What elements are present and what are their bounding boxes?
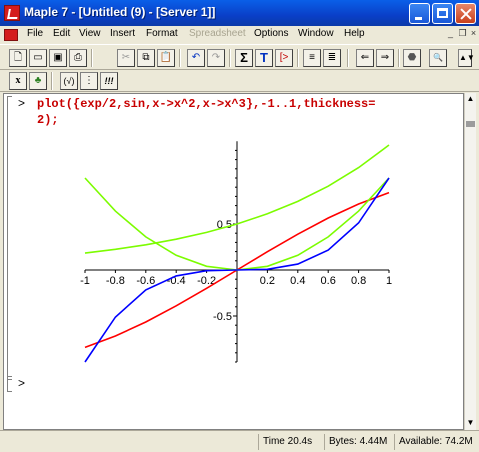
save-icon[interactable]: ▣: [49, 49, 67, 67]
outdent-icon[interactable]: ≣: [323, 49, 341, 67]
print-icon[interactable]: ⎙: [69, 49, 87, 67]
minimize-icon: [415, 17, 422, 20]
toolbar-separator: [179, 49, 181, 67]
menu-format[interactable]: Format: [146, 28, 178, 39]
available-value: 74.2M: [444, 436, 473, 447]
x-tick-label: -0.6: [136, 275, 155, 287]
mdi-restore-icon[interactable]: ❐: [457, 28, 468, 38]
vertical-scrollbar[interactable]: ▲ ▼: [464, 93, 476, 430]
toolbar-separator: [347, 49, 349, 67]
close-button[interactable]: [455, 3, 476, 24]
stop-icon[interactable]: ⬣: [403, 49, 421, 67]
redo-icon: ↷: [207, 49, 225, 67]
status-time: Time 20.4s: [258, 434, 324, 450]
document-icon[interactable]: [4, 29, 18, 41]
minimize-button[interactable]: [409, 3, 430, 24]
x-tick-label: 0.4: [290, 275, 305, 287]
mdi-minimize-icon[interactable]: _: [445, 28, 456, 38]
forward-icon[interactable]: ⇒: [376, 49, 394, 67]
execute-button[interactable]: !!!: [100, 72, 118, 90]
x-tick-label: 1: [386, 275, 392, 287]
status-available: Available: 74.2M: [394, 434, 479, 450]
menu-help[interactable]: Help: [344, 28, 365, 39]
new-icon[interactable]: 🗋: [9, 49, 27, 67]
plot-output[interactable]: -1 -0.8 -0.6 -0.4 -0.2 0.2 0.4 0.6 0.8 10.5-0.5: [4, 94, 463, 374]
bytes-label: Bytes:: [329, 436, 357, 447]
menu-spreadsheet: Spreadsheet: [189, 28, 246, 39]
bytes-value: 4.44M: [359, 436, 388, 447]
menu-window[interactable]: Window: [298, 28, 334, 39]
cut-icon: ✂: [117, 49, 135, 67]
maple-logo-icon[interactable]: [4, 5, 20, 21]
scroll-thumb[interactable]: [466, 121, 475, 127]
execution-group-bracket[interactable]: [7, 376, 12, 392]
text-T-icon[interactable]: T: [255, 49, 273, 67]
status-bytes: Bytes: 4.44M: [324, 434, 394, 450]
menu-insert[interactable]: Insert: [110, 28, 135, 39]
prompt-icon[interactable]: [>: [275, 49, 293, 67]
maple-leaf-icon[interactable]: ♣: [29, 72, 47, 90]
y-tick-label: -0.5: [213, 311, 232, 323]
math-mode-button[interactable]: x: [9, 72, 27, 90]
toolbar-separator: [297, 49, 299, 67]
toolbar-separator: [398, 49, 400, 67]
scroll-up-icon[interactable]: ▲: [465, 93, 476, 105]
zoom-icon[interactable]: 🔍: [429, 49, 447, 67]
sqrt-button[interactable]: (√): [60, 72, 78, 90]
status-bar: Time 20.4s Bytes: 4.44M Available: 74.2M: [0, 430, 479, 452]
copy-icon[interactable]: ⧉: [137, 49, 155, 67]
empty-prompt[interactable]: >: [18, 376, 25, 390]
paste-icon[interactable]: 📋: [157, 49, 175, 67]
available-label: Available:: [399, 436, 443, 447]
back-icon[interactable]: ⇐: [356, 49, 374, 67]
time-value: 20.4s: [287, 436, 313, 447]
x-tick-label: 0.2: [260, 275, 275, 287]
scroll-down-icon[interactable]: ▼: [465, 417, 476, 429]
menu-options[interactable]: Options: [254, 28, 288, 39]
x-tick-label: -1: [80, 275, 90, 287]
indent-icon[interactable]: ≡: [303, 49, 321, 67]
x-tick-label: 0.6: [321, 275, 336, 287]
toolbar-separator: [91, 49, 93, 67]
toolbar-separator: [229, 49, 231, 67]
x-tick-label: 0.8: [351, 275, 366, 287]
menu-edit[interactable]: Edit: [53, 28, 70, 39]
menu-view[interactable]: View: [79, 28, 101, 39]
toolbar-separator: [51, 72, 53, 90]
sigma-icon[interactable]: Σ: [235, 49, 253, 67]
window-title: Maple 7 - [Untitled (9) - [Server 1]]: [24, 5, 216, 19]
toolbar-dropdown-icon[interactable]: ▲▼: [458, 49, 475, 67]
maximize-button[interactable]: [432, 3, 453, 24]
colon-button[interactable]: ⋮: [80, 72, 98, 90]
x-tick-label: -0.4: [167, 275, 186, 287]
menu-file[interactable]: File: [27, 28, 43, 39]
main-toolbar: 🗋 ▭ ▣ ⎙ ✂ ⧉ 📋 ↶ ↷ Σ T [> ≡ ≣ ⇐ ⇒ ⬣ 🔍 ▲▼: [0, 44, 479, 70]
maximize-icon: [437, 8, 448, 18]
menu-bar: File Edit View Insert Format Spreadsheet…: [0, 26, 479, 44]
title-bar[interactable]: Maple 7 - [Untitled (9) - [Server 1]]: [0, 0, 479, 26]
undo-icon[interactable]: ↶: [187, 49, 205, 67]
context-toolbar: x ♣ (√) ⋮ !!!: [0, 70, 479, 92]
mdi-close-icon[interactable]: ×: [468, 28, 479, 38]
time-label: Time: [263, 436, 285, 447]
worksheet[interactable]: > plot({exp/2,sin,x->x^2,x->x^3},-1..1,t…: [3, 93, 464, 430]
x-tick-label: -0.8: [106, 275, 125, 287]
open-icon[interactable]: ▭: [29, 49, 47, 67]
